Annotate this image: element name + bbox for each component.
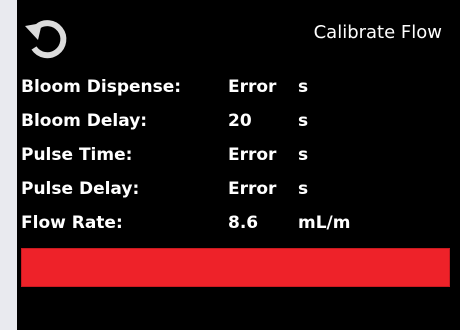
- param-unit: s: [298, 179, 309, 199]
- param-value: Error: [228, 77, 277, 97]
- param-label: Pulse Delay:: [21, 179, 140, 199]
- refresh-back-icon: [25, 20, 67, 59]
- param-row-bloom-delay: Bloom Delay: 20 s: [21, 111, 441, 137]
- param-value: 8.6: [228, 213, 259, 233]
- display-screen: Calibrate Flow Bloom Dispense: Error s B…: [17, 0, 460, 330]
- param-row-bloom-dispense: Bloom Dispense: Error s: [21, 77, 441, 103]
- param-unit: s: [298, 77, 309, 97]
- status-bar: [21, 248, 450, 287]
- device-bezel: Calibrate Flow Bloom Dispense: Error s B…: [0, 0, 460, 330]
- param-row-flow-rate: Flow Rate: 8.6 mL/m: [21, 213, 441, 239]
- param-unit: s: [298, 111, 309, 131]
- param-unit: s: [298, 145, 309, 165]
- back-button[interactable]: [22, 13, 74, 65]
- param-label: Bloom Delay:: [21, 111, 148, 131]
- param-label: Bloom Dispense:: [21, 77, 182, 97]
- param-value: 20: [228, 111, 252, 131]
- param-value: Error: [228, 179, 277, 199]
- param-label: Flow Rate:: [21, 213, 123, 233]
- param-value: Error: [228, 145, 277, 165]
- param-unit: mL/m: [298, 213, 351, 233]
- param-label: Pulse Time:: [21, 145, 133, 165]
- param-row-pulse-time: Pulse Time: Error s: [21, 145, 441, 171]
- param-row-pulse-delay: Pulse Delay: Error s: [21, 179, 441, 205]
- page-title: Calibrate Flow: [313, 22, 442, 43]
